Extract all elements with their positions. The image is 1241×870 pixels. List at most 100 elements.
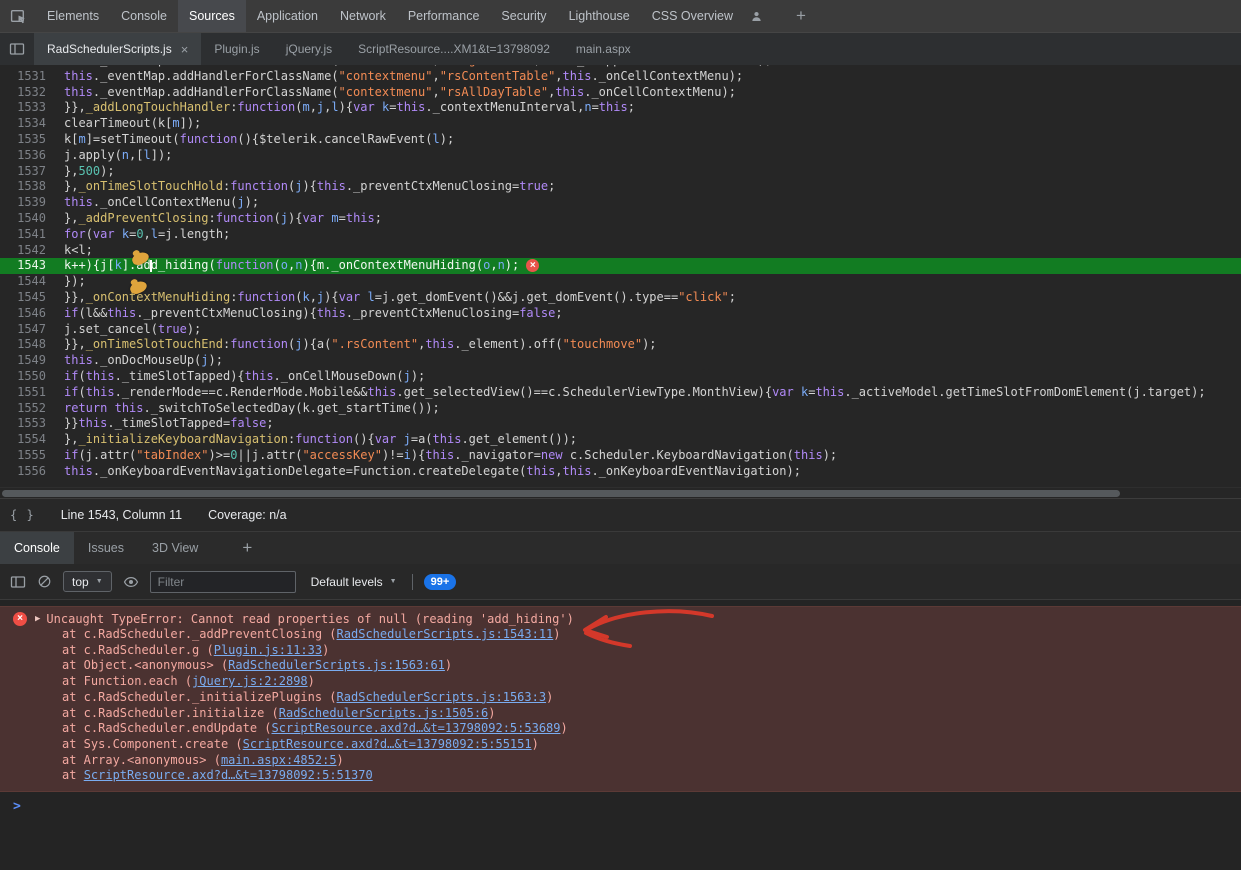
panel-tab-css-overview[interactable]: CSS Overview xyxy=(641,0,744,32)
code-line-1549[interactable]: 1549this._onDocMouseUp(j); xyxy=(0,353,1241,369)
code-line-1535[interactable]: 1535k[m]=setTimeout(function(){$telerik.… xyxy=(0,132,1241,148)
console-sidebar-icon[interactable] xyxy=(10,574,26,590)
line-number[interactable]: 1551 xyxy=(0,385,60,401)
close-tab-icon[interactable]: × xyxy=(181,43,189,56)
file-tab[interactable]: Plugin.js xyxy=(201,33,272,65)
stack-frame-link[interactable]: ScriptResource.axd?d…&t=13798092:5:51370 xyxy=(84,768,373,782)
code-text[interactable]: this._eventMap.addHandlerForClassName("c… xyxy=(60,69,743,85)
line-number[interactable]: 1538 xyxy=(0,179,60,195)
drawer-tab-console[interactable]: Console xyxy=(0,532,74,564)
code-line-1547[interactable]: 1547j.set_cancel(true); xyxy=(0,322,1241,338)
line-number[interactable]: 1544 xyxy=(0,274,60,290)
line-number[interactable]: 1539 xyxy=(0,195,60,211)
code-text[interactable]: },_initializeKeyboardNavigation:function… xyxy=(60,432,577,448)
line-number[interactable]: 1536 xyxy=(0,148,60,164)
code-line-1531[interactable]: 1531this._eventMap.addHandlerForClassNam… xyxy=(0,69,1241,85)
code-line-1551[interactable]: 1551if(this._renderMode==c.RenderMode.Mo… xyxy=(0,385,1241,401)
line-number[interactable]: 1540 xyxy=(0,211,60,227)
person-icon[interactable] xyxy=(744,10,768,23)
code-line-1542[interactable]: 1542k<l; xyxy=(0,243,1241,259)
code-line-1544[interactable]: 1544}); xyxy=(0,274,1241,290)
line-number[interactable]: 1535 xyxy=(0,132,60,148)
panel-tab-sources[interactable]: Sources xyxy=(178,0,246,32)
code-line-1556[interactable]: 1556this._onKeyboardEventNavigationDeleg… xyxy=(0,464,1241,480)
panel-tab-performance[interactable]: Performance xyxy=(397,0,491,32)
code-line-1546[interactable]: 1546if(l&&this._preventCtxMenuClosing){t… xyxy=(0,306,1241,322)
context-selector[interactable]: top ▼ xyxy=(63,571,112,592)
horizontal-scrollbar[interactable] xyxy=(0,487,1241,498)
line-number[interactable]: 1542 xyxy=(0,243,60,259)
code-line-1548[interactable]: 1548}},_onTimeSlotTouchEnd:function(j){a… xyxy=(0,337,1241,353)
code-line-1545[interactable]: 1545}},_onContextMenuHiding:function(k,j… xyxy=(0,290,1241,306)
file-tab[interactable]: ScriptResource....XM1&t=13798092 xyxy=(345,33,563,65)
code-line-1552[interactable]: 1552return this._switchToSelectedDay(k.g… xyxy=(0,401,1241,417)
code-line-1533[interactable]: 1533}},_addLongTouchHandler:function(m,j… xyxy=(0,100,1241,116)
code-text[interactable]: return this._switchToSelectedDay(k.get_s… xyxy=(60,401,440,417)
file-tab[interactable]: jQuery.js xyxy=(273,33,345,65)
line-number[interactable]: 1531 xyxy=(0,69,60,85)
line-number[interactable]: 1548 xyxy=(0,337,60,353)
code-text[interactable]: this._onKeyboardEventNavigationDelegate=… xyxy=(60,464,801,480)
code-text[interactable]: },_addPreventClosing:function(j){var m=t… xyxy=(60,211,382,227)
code-text[interactable]: this._eventMap.addHandlerForClassName("c… xyxy=(60,85,736,101)
console-prompt[interactable]: > xyxy=(0,798,1241,814)
code-text[interactable]: },_onTimeSlotTouchHold:function(j){this.… xyxy=(60,179,555,195)
stack-frame-link[interactable]: Plugin.js:11:33 xyxy=(214,643,322,657)
line-number[interactable]: 1554 xyxy=(0,432,60,448)
panel-tab-lighthouse[interactable]: Lighthouse xyxy=(558,0,641,32)
line-number[interactable]: 1550 xyxy=(0,369,60,385)
drawer-tab-issues[interactable]: Issues xyxy=(74,532,138,564)
line-number[interactable]: 1552 xyxy=(0,401,60,417)
file-tab[interactable]: main.aspx xyxy=(563,33,644,65)
panel-tab-application[interactable]: Application xyxy=(246,0,329,32)
code-line-1536[interactable]: 1536j.apply(n,[l]); xyxy=(0,148,1241,164)
scrollbar-thumb[interactable] xyxy=(2,490,1120,497)
code-line-1534[interactable]: 1534clearTimeout(k[m]); xyxy=(0,116,1241,132)
stack-frame-link[interactable]: main.aspx:4852:5 xyxy=(221,753,337,767)
code-text[interactable]: }); xyxy=(60,274,86,290)
line-number[interactable]: 1553 xyxy=(0,416,60,432)
stack-frame-link[interactable]: RadSchedulerScripts.js:1543:11 xyxy=(337,627,554,641)
line-number[interactable]: 1533 xyxy=(0,100,60,116)
code-text[interactable]: for(var k=0,l=j.length; xyxy=(60,227,230,243)
file-tab[interactable]: RadSchedulerScripts.js× xyxy=(34,33,201,65)
filter-input[interactable] xyxy=(150,571,296,593)
code-text[interactable]: }},_onTimeSlotTouchEnd:function(j){a(".r… xyxy=(60,337,657,353)
code-text[interactable]: },500); xyxy=(60,164,115,180)
code-line-1554[interactable]: 1554},_initializeKeyboardNavigation:func… xyxy=(0,432,1241,448)
panel-tab-elements[interactable]: Elements xyxy=(36,0,110,32)
add-panel-button[interactable]: + xyxy=(786,0,816,32)
line-number[interactable]: 1537 xyxy=(0,164,60,180)
code-text[interactable]: clearTimeout(k[m]); xyxy=(60,116,201,132)
code-line-1540[interactable]: 1540},_addPreventClosing:function(j){var… xyxy=(0,211,1241,227)
code-line-1555[interactable]: 1555if(j.attr("tabIndex")>=0||j.attr("ac… xyxy=(0,448,1241,464)
log-levels-dropdown[interactable]: Default levels ▼ xyxy=(311,575,397,589)
line-number[interactable]: 1547 xyxy=(0,322,60,338)
stack-frame-link[interactable]: RadSchedulerScripts.js:1563:61 xyxy=(228,658,445,672)
code-text[interactable]: }},_addLongTouchHandler:function(m,j,l){… xyxy=(60,100,635,116)
line-number[interactable]: 1543 xyxy=(0,258,60,274)
add-drawer-tab-button[interactable]: + xyxy=(232,532,262,564)
line-number[interactable]: 1545 xyxy=(0,290,60,306)
panel-tab-security[interactable]: Security xyxy=(490,0,557,32)
stack-frame-link[interactable]: RadSchedulerScripts.js:1563:3 xyxy=(337,690,547,704)
stack-frame-link[interactable]: ScriptResource.axd?d…&t=13798092:5:53689 xyxy=(272,721,561,735)
line-number[interactable]: 1546 xyxy=(0,306,60,322)
drawer-tab-3d-view[interactable]: 3D View xyxy=(138,532,212,564)
source-editor[interactable]: 1530this._eventMap.addHandlerForClassNam… xyxy=(0,65,1241,487)
inspect-element-icon[interactable] xyxy=(0,0,36,33)
code-text[interactable]: k<l; xyxy=(60,243,93,259)
code-line-1550[interactable]: 1550if(this._timeSlotTapped){this._onCel… xyxy=(0,369,1241,385)
expand-triangle-icon[interactable]: ▶ xyxy=(35,611,40,627)
code-text[interactable]: j.apply(n,[l]); xyxy=(60,148,172,164)
line-number[interactable]: 1541 xyxy=(0,227,60,243)
code-line-1553[interactable]: 1553}}this._timeSlotTapped=false; xyxy=(0,416,1241,432)
line-number[interactable]: 1549 xyxy=(0,353,60,369)
code-text[interactable]: this._onDocMouseUp(j); xyxy=(60,353,223,369)
stack-frame-link[interactable]: RadSchedulerScripts.js:1505:6 xyxy=(279,706,489,720)
messages-count-badge[interactable]: 99+ xyxy=(424,574,457,590)
pretty-print-button[interactable]: { } xyxy=(10,508,35,522)
line-number[interactable]: 1555 xyxy=(0,448,60,464)
code-line-1543[interactable]: 1543k++){j[k].add_hiding(function(o,n){m… xyxy=(0,258,1241,274)
clear-console-icon[interactable] xyxy=(37,574,52,589)
